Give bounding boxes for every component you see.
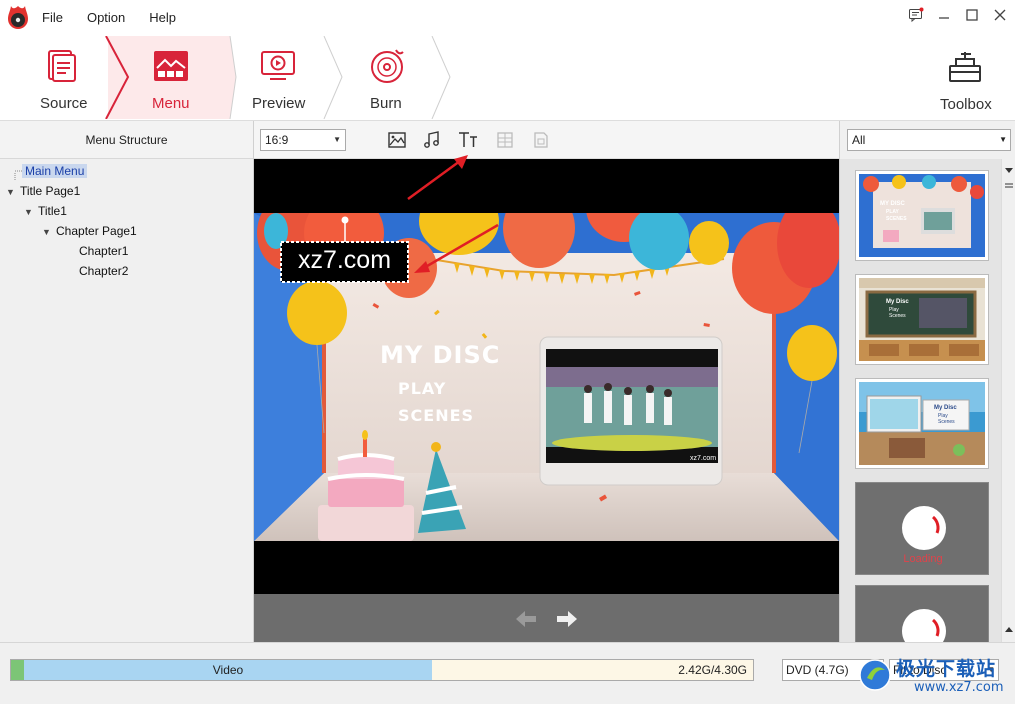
watermark-url-text: www.xz7.com xyxy=(914,680,1004,695)
music-icon[interactable] xyxy=(422,130,442,150)
editor-toolbar: 16:9 ▼ xyxy=(254,121,839,159)
template-2-scenes: Scenes xyxy=(889,313,906,319)
step-source-label: Source xyxy=(40,95,88,112)
frame-icon[interactable] xyxy=(531,130,551,150)
video-watermark-text: xz7.com xyxy=(690,455,717,462)
feedback-icon[interactable] xyxy=(905,5,927,25)
tree-item-chapter-2[interactable]: Chapter2 xyxy=(79,262,128,280)
loading-spinner-icon xyxy=(902,609,946,646)
chevron-down-icon: ▼ xyxy=(333,135,341,144)
workflow-ribbon: Source Menu Preview Burn Toolbox xyxy=(0,34,1015,121)
source-icon xyxy=(48,50,76,82)
template-2-title: My Disc xyxy=(886,299,909,305)
template-1-play: PLAY xyxy=(886,209,899,215)
title-bar: File Option Help xyxy=(0,0,1015,34)
page-navigation xyxy=(254,594,839,642)
aspect-ratio-select[interactable]: 16:9 ▼ xyxy=(260,129,346,151)
site-watermark: 极光下载站 www.xz7.com xyxy=(858,648,1014,702)
capacity-menu-segment xyxy=(11,660,24,680)
watermark-logo-icon xyxy=(859,659,891,691)
scroll-up-icon[interactable] xyxy=(1004,625,1014,635)
template-thumbnail-1[interactable]: MY DISC PLAY SCENES xyxy=(855,170,989,261)
menu-tree: Main Menu ▼ Title Page1 ▼ Title1 ▼ Chapter … xyxy=(0,159,253,278)
thumbnail-icon[interactable] xyxy=(495,130,515,150)
tree-item-main-menu[interactable]: Main Menu xyxy=(22,162,88,180)
text-tool-icon[interactable] xyxy=(458,130,478,150)
template-thumbnail-2[interactable]: My Disc Play Scenes xyxy=(855,274,989,365)
step-menu[interactable]: Menu xyxy=(126,34,218,121)
watermark-cn-text: 极光下载站 xyxy=(896,658,997,680)
tree-item-chapter-page[interactable]: ▼ Chapter Page1 xyxy=(42,222,137,240)
background-image-icon[interactable] xyxy=(387,130,407,150)
menu-title-text[interactable]: MY DISC xyxy=(380,341,500,369)
chevron-down-icon: ▼ xyxy=(999,135,1007,144)
next-page-icon[interactable] xyxy=(557,611,577,627)
toolbox-label: Toolbox xyxy=(940,96,992,113)
step-preview-label: Preview xyxy=(252,95,306,112)
template-list: MY DISC PLAY SCENES My Disc Play Scenes xyxy=(840,159,1015,646)
menu-option[interactable]: Option xyxy=(87,10,125,25)
step-preview[interactable]: Preview xyxy=(232,34,324,121)
loading-label: Loading xyxy=(903,553,943,565)
toolbox-button[interactable]: Toolbox xyxy=(930,34,1008,121)
menu-editor: 16:9 ▼ xz7.com MY DISC PLAY SCENES xz7.c… xyxy=(254,121,839,642)
scenes-button-text[interactable]: SCENES xyxy=(398,406,474,425)
tree-item-title-page[interactable]: ▼ Title Page1 xyxy=(6,182,80,200)
menu-structure-title: Menu Structure xyxy=(0,121,253,159)
capacity-size-text: 2.42G/4.30G xyxy=(678,663,747,677)
scroll-menu-icon[interactable] xyxy=(1004,181,1014,191)
close-icon[interactable] xyxy=(989,5,1011,25)
chevron-down-icon[interactable]: ▼ xyxy=(42,223,56,241)
preview-icon xyxy=(261,51,295,80)
disc-capacity-bar: Video 2.42G/4.30G xyxy=(10,659,754,681)
dvd-creator-window: File Option Help Source Menu Preview Bur… xyxy=(0,0,1015,704)
template-preview xyxy=(859,174,985,257)
disc-icon xyxy=(371,49,404,83)
template-scrollbar[interactable] xyxy=(1001,159,1015,642)
app-logo-icon xyxy=(8,6,28,29)
template-preview xyxy=(859,382,985,465)
menu-help[interactable]: Help xyxy=(149,10,176,25)
template-preview xyxy=(859,278,985,361)
template-3-title: My Disc xyxy=(934,405,957,411)
menu-background: xz7.com MY DISC PLAY SCENES xz7.com xyxy=(254,213,839,541)
play-button-text[interactable]: PLAY xyxy=(398,379,446,398)
chevron-down-icon[interactable]: ▼ xyxy=(6,183,20,201)
previous-page-icon[interactable] xyxy=(516,611,536,627)
loading-spinner-icon xyxy=(902,506,946,550)
step-burn[interactable]: Burn xyxy=(340,34,432,121)
template-filter-select[interactable]: All ▼ xyxy=(847,129,1011,151)
chevron-down-icon[interactable]: ▼ xyxy=(24,203,38,221)
template-1-scenes: SCENES xyxy=(886,216,907,222)
template-thumbnail-loading[interactable]: Loading xyxy=(855,482,989,575)
overlay-text-box[interactable]: xz7.com xyxy=(281,246,408,275)
toolbox-icon xyxy=(949,52,981,82)
maximize-icon[interactable] xyxy=(961,5,983,25)
tree-item-title[interactable]: ▼ Title1 xyxy=(24,202,67,220)
step-burn-label: Burn xyxy=(370,95,402,112)
capacity-video-label: Video xyxy=(212,663,244,677)
scroll-down-icon[interactable] xyxy=(1004,165,1014,175)
annotation-arrow-icon xyxy=(407,155,468,201)
menu-structure-panel: Menu Structure Main Menu ▼ Title Page1 ▼ T… xyxy=(0,121,254,642)
tree-item-chapter-1[interactable]: Chapter1 xyxy=(79,242,128,260)
menu-file[interactable]: File xyxy=(42,10,63,25)
step-source[interactable]: Source xyxy=(18,34,108,121)
menu-icon xyxy=(154,51,188,81)
menu-canvas[interactable]: xz7.com MY DISC PLAY SCENES xz7.com xyxy=(254,159,839,594)
step-menu-label: Menu xyxy=(152,95,190,112)
minimize-icon[interactable] xyxy=(933,5,955,25)
template-thumbnail-3[interactable]: My Disc Play Scenes xyxy=(855,378,989,469)
template-panel: All ▼ MY DISC PLAY SCENES My Disc Play S… xyxy=(839,121,1015,646)
template-1-title: MY DISC xyxy=(880,201,905,207)
template-3-scenes: Scenes xyxy=(938,419,955,425)
step-divider-icon xyxy=(431,36,451,119)
template-thumbnail-loading[interactable] xyxy=(855,585,989,646)
